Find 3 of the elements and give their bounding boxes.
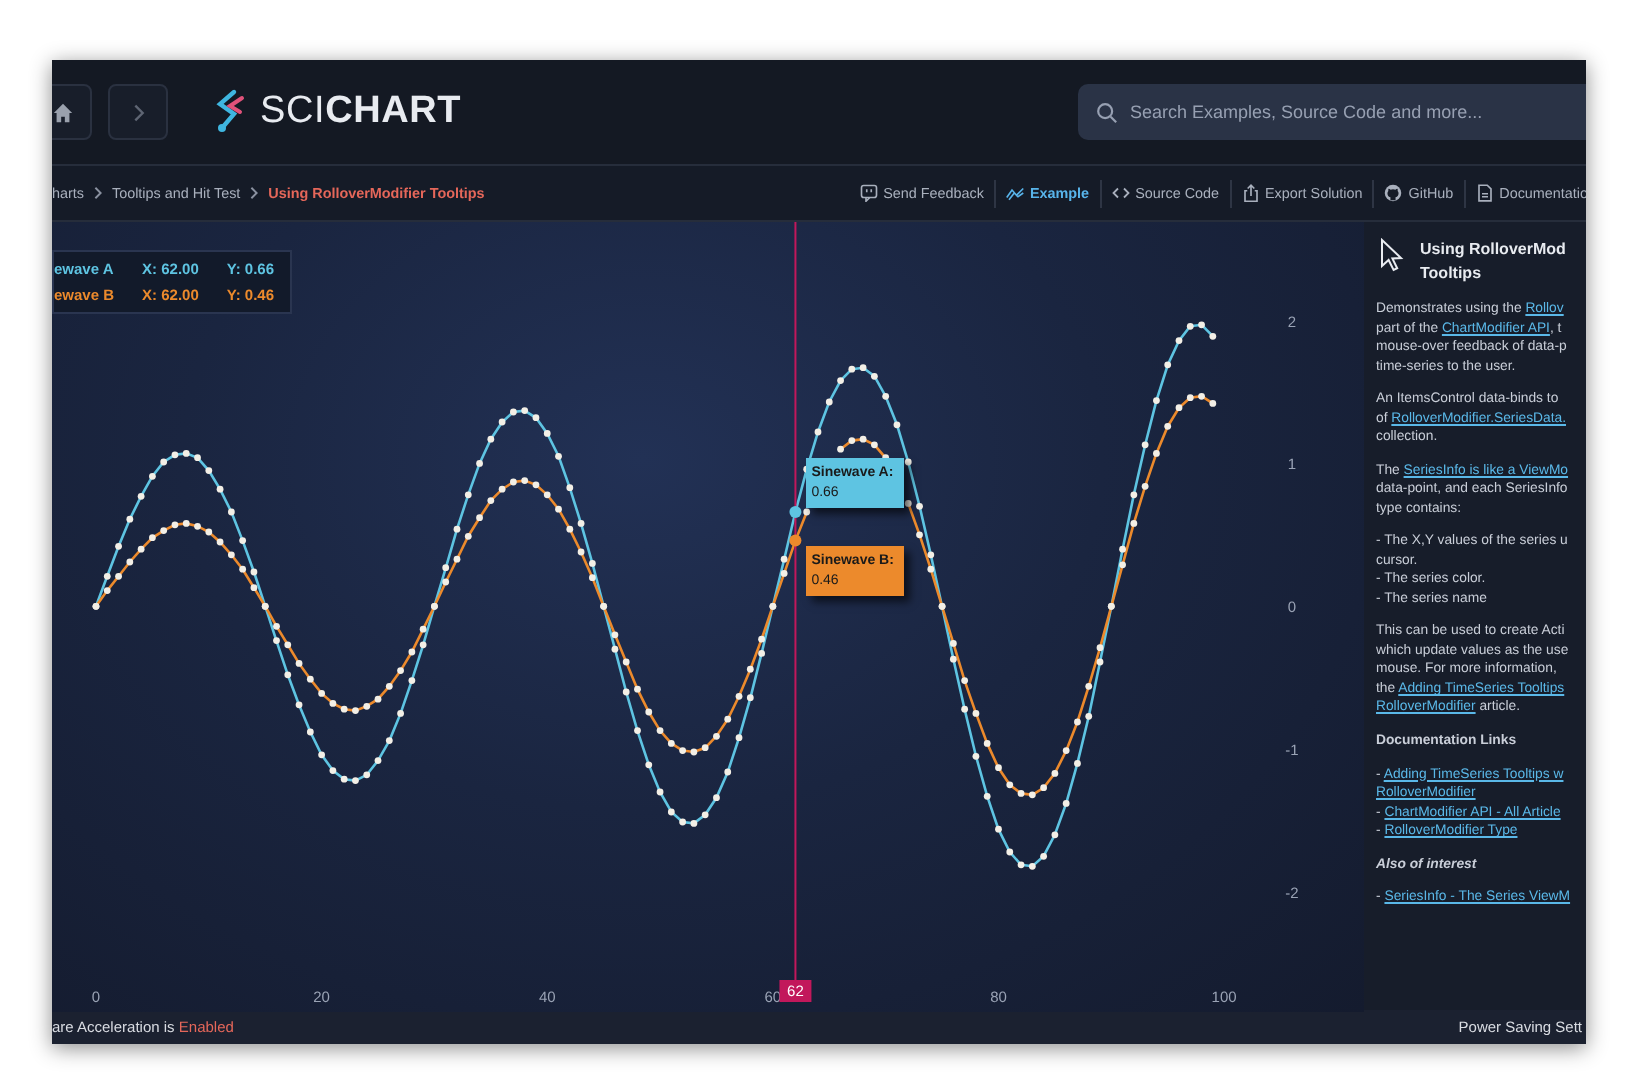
logo-text: SCICHART bbox=[260, 90, 462, 134]
panel-title: Using RolloverMod Tooltips bbox=[1420, 238, 1566, 285]
search-field[interactable]: Search Examples, Source Code and more... bbox=[1078, 84, 1586, 140]
